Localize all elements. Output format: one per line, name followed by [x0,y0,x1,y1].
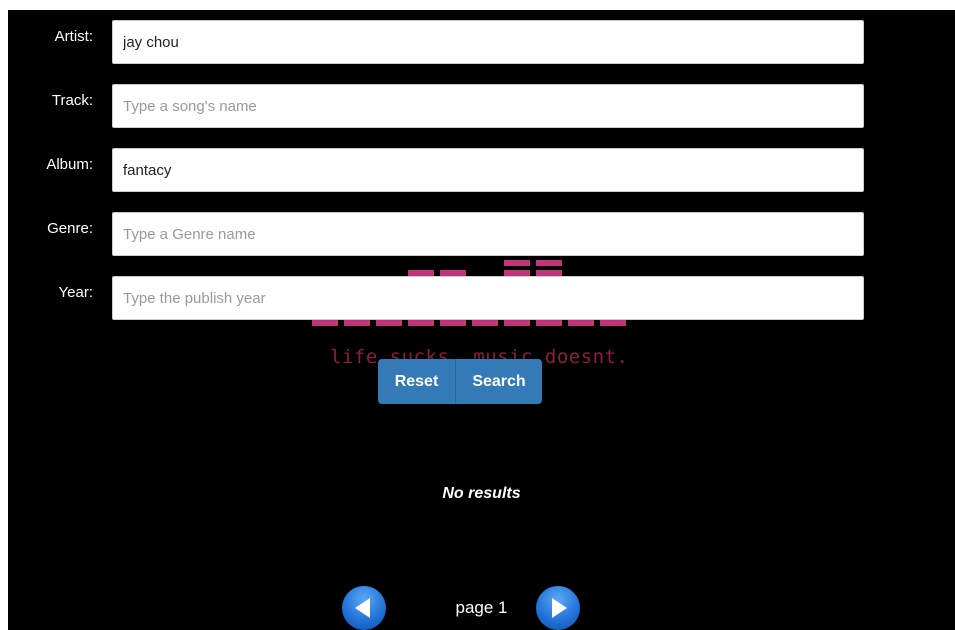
reset-button[interactable]: Reset [378,359,455,404]
artist-row: Artist: [8,20,955,66]
form-button-group: Reset Search [378,359,542,404]
app-stage: life sucks. music doesnt. Artist: Track: [8,10,955,630]
pagination: page 1 [8,586,955,630]
search-button[interactable]: Search [455,359,542,404]
genre-label: Genre: [47,220,93,237]
track-input[interactable] [112,84,864,128]
year-input[interactable] [112,276,864,320]
arrow-right-icon [552,598,567,618]
page-indicator: page 1 [455,598,508,617]
track-row: Track: [8,84,955,130]
year-row: Year: [8,276,955,322]
year-label: Year: [58,284,93,301]
genre-row: Genre: [8,212,955,258]
next-page-button[interactable] [536,586,580,630]
genre-input[interactable] [112,212,864,256]
artist-label: Artist: [54,28,93,45]
no-results-message: No results [442,485,521,502]
artist-input[interactable] [112,20,864,64]
track-label: Track: [51,92,93,109]
album-row: Album: [8,148,955,194]
album-label: Album: [46,156,93,173]
album-input[interactable] [112,148,864,192]
